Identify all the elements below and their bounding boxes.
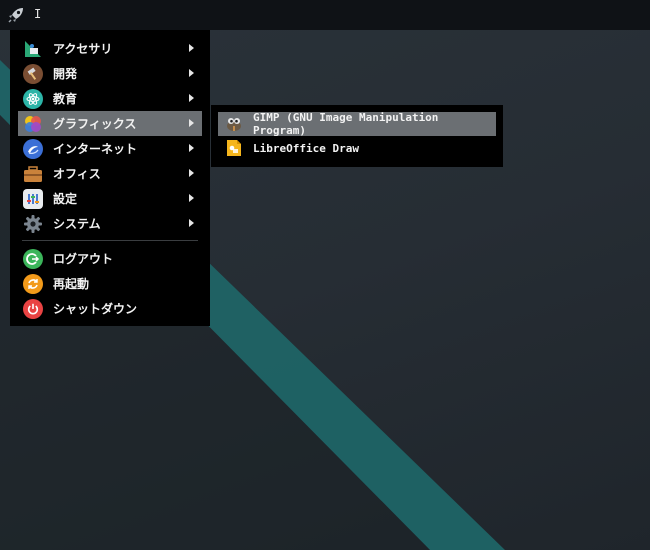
menu-item-education[interactable]: 教育: [18, 86, 202, 111]
development-hammer-icon: [23, 63, 43, 84]
accessories-icon: [23, 39, 43, 59]
panel-text: I: [34, 7, 42, 21]
submenu-arrow-icon: [189, 119, 194, 127]
libreoffice-draw-icon: [225, 139, 243, 157]
submenu-arrow-icon: [189, 69, 194, 77]
submenu-item-libreoffice-draw[interactable]: LibreOffice Draw: [218, 136, 496, 160]
menu-item-system[interactable]: システム: [18, 211, 202, 236]
menu-item-label: インターネット: [53, 142, 138, 156]
launcher-button[interactable]: [4, 3, 28, 27]
submenu-arrow-icon: [189, 144, 194, 152]
submenu-arrow-icon: [189, 219, 194, 227]
system-gear-icon: [23, 214, 43, 234]
office-briefcase-icon: [23, 164, 43, 184]
submenu-arrow-icon: [189, 194, 194, 202]
internet-icon: [23, 138, 43, 159]
menu-item-label: シャットダウン: [53, 302, 138, 316]
submenu-item-label: GIMP (GNU Image Manipulation Program): [253, 111, 439, 137]
menu-item-shutdown[interactable]: シャットダウン: [18, 296, 202, 321]
menu-item-label: 再起動: [53, 277, 90, 291]
submenu-arrow-icon: [189, 44, 194, 52]
graphics-icon: [23, 114, 43, 134]
submenu-item-label: LibreOffice Draw: [253, 141, 359, 155]
menu-item-logout[interactable]: ログアウト: [18, 246, 202, 271]
submenu-arrow-icon: [189, 94, 194, 102]
menu-item-label: 開発: [53, 67, 78, 81]
logout-icon: [23, 248, 43, 269]
menu-item-restart[interactable]: 再起動: [18, 271, 202, 296]
menu-item-label: オフィス: [53, 167, 101, 181]
rocket-icon: [8, 8, 23, 23]
top-panel: I: [0, 0, 650, 30]
menu-separator: [22, 240, 198, 241]
menu-item-label: グラフィックス: [53, 117, 137, 131]
menu-item-settings[interactable]: 設定: [18, 186, 202, 211]
education-atom-icon: [23, 88, 43, 109]
menu-item-internet[interactable]: インターネット: [18, 136, 202, 161]
gimp-icon: [225, 115, 243, 133]
menu-item-development[interactable]: 開発: [18, 61, 202, 86]
submenu-item-gimp[interactable]: GIMP (GNU Image Manipulation Program): [218, 111, 496, 137]
menu-item-label: システム: [53, 217, 101, 231]
menu-item-label: アクセサリ: [53, 42, 113, 56]
graphics-submenu: GIMP (GNU Image Manipulation Program) Li…: [211, 105, 503, 167]
shutdown-icon: [23, 298, 43, 319]
menu-item-label: 教育: [53, 92, 78, 106]
restart-icon: [23, 273, 43, 294]
menu-item-label: ログアウト: [53, 252, 114, 266]
submenu-arrow-icon: [189, 169, 194, 177]
menu-item-office[interactable]: オフィス: [18, 161, 202, 186]
menu-item-label: 設定: [53, 192, 78, 206]
application-menu: アクセサリ 開発 教育 グラフィックス インターネット オフィス 設定 システム…: [10, 30, 210, 326]
menu-item-graphics[interactable]: グラフィックス: [18, 111, 202, 136]
menu-item-accessories[interactable]: アクセサリ: [18, 36, 202, 61]
settings-icon: [23, 188, 43, 209]
